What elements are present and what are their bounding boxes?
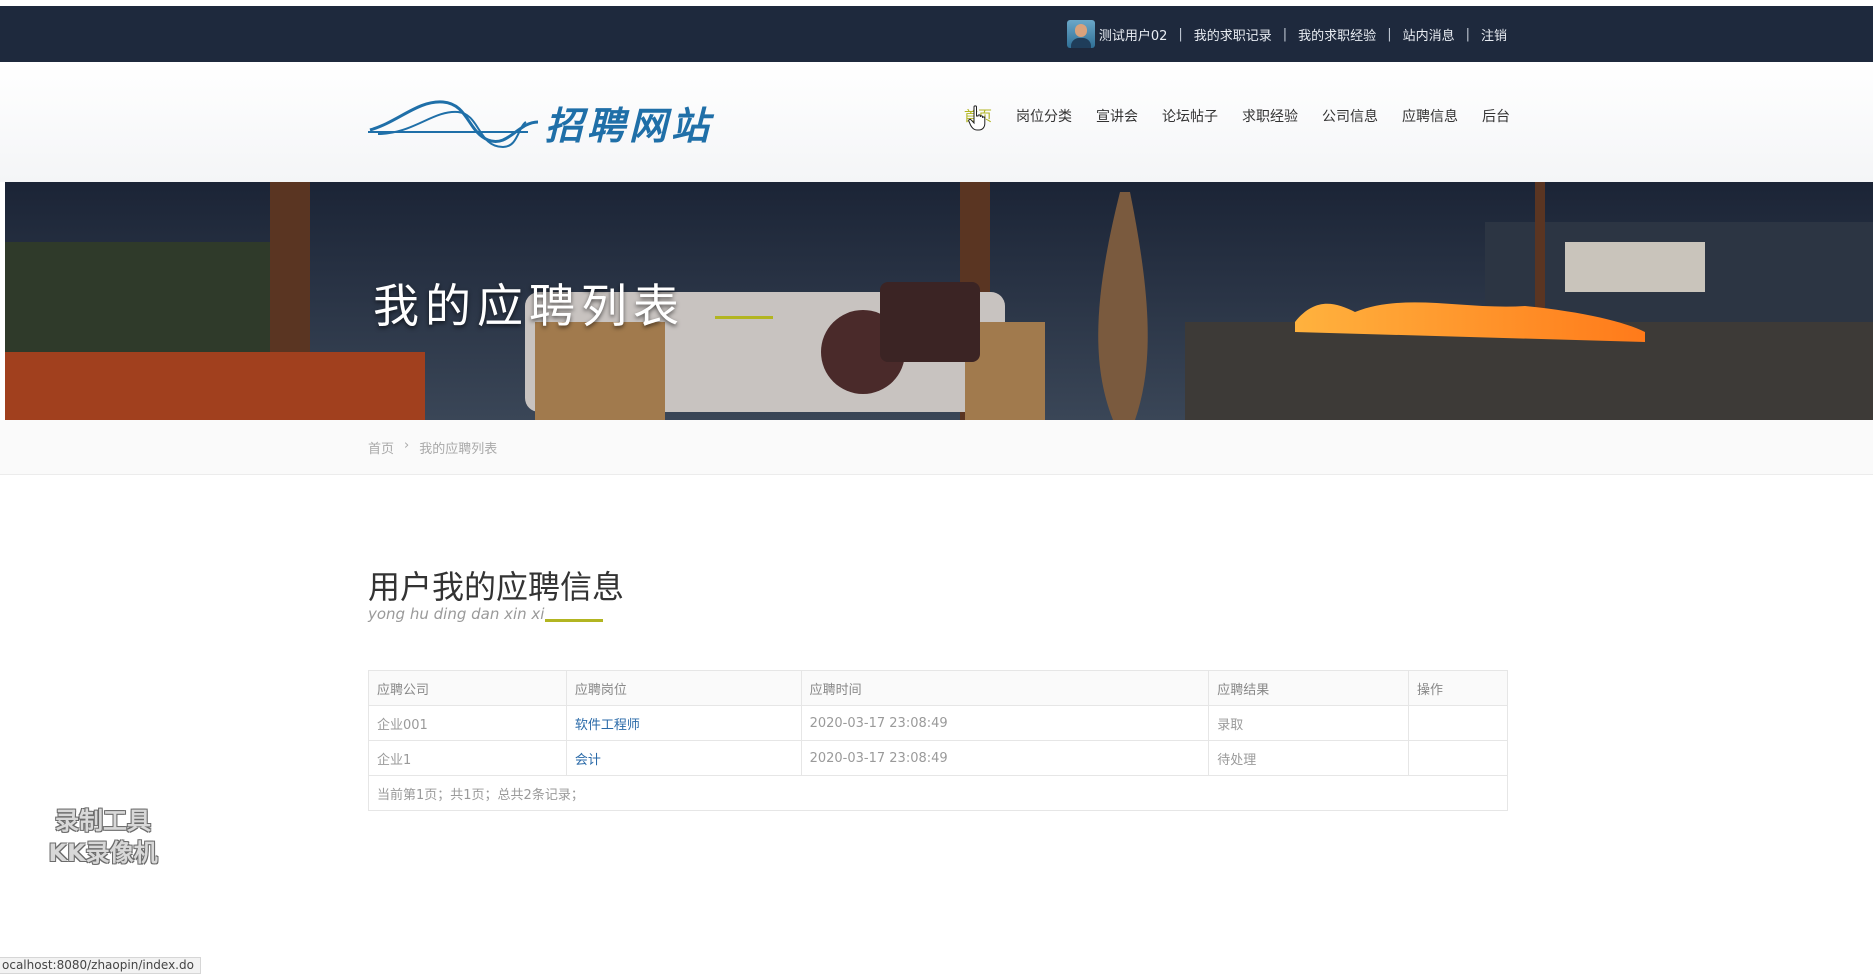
cell-position-link[interactable]: 软件工程师 — [565, 705, 802, 741]
cell-position-link[interactable]: 会计 — [565, 740, 802, 776]
my-job-experience-link[interactable]: 我的求职经验 — [1298, 25, 1376, 44]
header-result: 应聘结果 — [1208, 670, 1410, 706]
cell-result: 待处理 — [1208, 740, 1410, 776]
section-subtitle: yong hu ding dan xin xi — [368, 605, 545, 623]
breadcrumb-bar: 首页 › 我的应聘列表 — [0, 420, 1873, 475]
my-job-records-link[interactable]: 我的求职记录 — [1194, 25, 1272, 44]
nav-forum[interactable]: 论坛帖子 — [1162, 106, 1218, 126]
nav-job-experience[interactable]: 求职经验 — [1242, 106, 1298, 126]
cell-actions — [1408, 705, 1508, 741]
top-bar: 测试用户02 | 我的求职记录 | 我的求职经验 | 站内消息 | 注销 — [0, 6, 1873, 62]
page: 测试用户02 | 我的求职记录 | 我的求职经验 | 站内消息 | 注销 招聘网… — [0, 0, 1873, 974]
cell-time: 2020-03-17 23:08:49 — [800, 705, 1210, 741]
breadcrumb-home[interactable]: 首页 — [368, 438, 394, 457]
header-position: 应聘岗位 — [565, 670, 802, 706]
logo-text[interactable]: 招聘网站 — [545, 95, 713, 150]
hand-cursor-icon — [968, 105, 986, 131]
banner-photo — [5, 182, 1873, 420]
user-menu: 测试用户02 | 我的求职记录 | 我的求职经验 | 站内消息 | 注销 — [1066, 6, 1507, 62]
cell-company: 企业001 — [368, 705, 567, 741]
username-link[interactable]: 测试用户02 — [1099, 25, 1168, 44]
messages-link[interactable]: 站内消息 — [1403, 25, 1455, 44]
recorder-watermark: 录制工具 KK录像机 — [28, 805, 178, 869]
cell-result: 录取 — [1208, 705, 1410, 741]
table-row: 企业001 软件工程师 2020-03-17 23:08:49 录取 — [368, 705, 1508, 741]
site-header: 招聘网站 首页 岗位分类 宣讲会 论坛帖子 求职经验 公司信息 应聘信息 后台 — [0, 62, 1873, 182]
watermark-line2: KK录像机 — [48, 839, 158, 867]
cell-actions — [1408, 740, 1508, 776]
breadcrumb-separator: › — [404, 438, 410, 453]
browser-status-url: ocalhost:8080/zhaopin/index.do — [0, 957, 201, 974]
watermark-line1: 录制工具 — [55, 807, 151, 835]
banner-title: 我的应聘列表 — [373, 279, 685, 333]
header-time: 应聘时间 — [800, 670, 1210, 706]
table-header-row: 应聘公司 应聘岗位 应聘时间 应聘结果 操作 — [368, 670, 1508, 706]
cell-company: 企业1 — [368, 740, 567, 776]
logout-link[interactable]: 注销 — [1481, 25, 1507, 44]
section-accent-line — [545, 619, 603, 622]
pager-info: 当前第1页；共1页；总共2条记录； — [368, 775, 1508, 811]
table-row: 企业1 会计 2020-03-17 23:08:49 待处理 — [368, 740, 1508, 776]
applications-table: 应聘公司 应聘岗位 应聘时间 应聘结果 操作 企业001 软件工程师 2020-… — [368, 670, 1508, 811]
nav-presentations[interactable]: 宣讲会 — [1096, 106, 1138, 126]
cell-time: 2020-03-17 23:08:49 — [800, 740, 1210, 776]
page-banner: 我的应聘列表 — [5, 182, 1873, 420]
breadcrumb: 首页 › 我的应聘列表 — [368, 438, 497, 457]
avatar[interactable] — [1066, 20, 1095, 48]
main-nav: 首页 岗位分类 宣讲会 论坛帖子 求职经验 公司信息 应聘信息 后台 — [964, 98, 1510, 134]
nav-job-categories[interactable]: 岗位分类 — [1016, 106, 1072, 126]
pager-row: 当前第1页；共1页；总共2条记录； — [368, 775, 1508, 811]
section-title: 用户我的应聘信息 — [368, 568, 625, 606]
nav-application-info[interactable]: 应聘信息 — [1402, 106, 1458, 126]
nav-admin[interactable]: 后台 — [1482, 106, 1510, 126]
nav-company-info[interactable]: 公司信息 — [1322, 106, 1378, 126]
banner-accent-line — [715, 316, 773, 319]
header-company: 应聘公司 — [368, 670, 567, 706]
breadcrumb-current: 我的应聘列表 — [419, 442, 498, 457]
header-actions: 操作 — [1408, 670, 1508, 706]
